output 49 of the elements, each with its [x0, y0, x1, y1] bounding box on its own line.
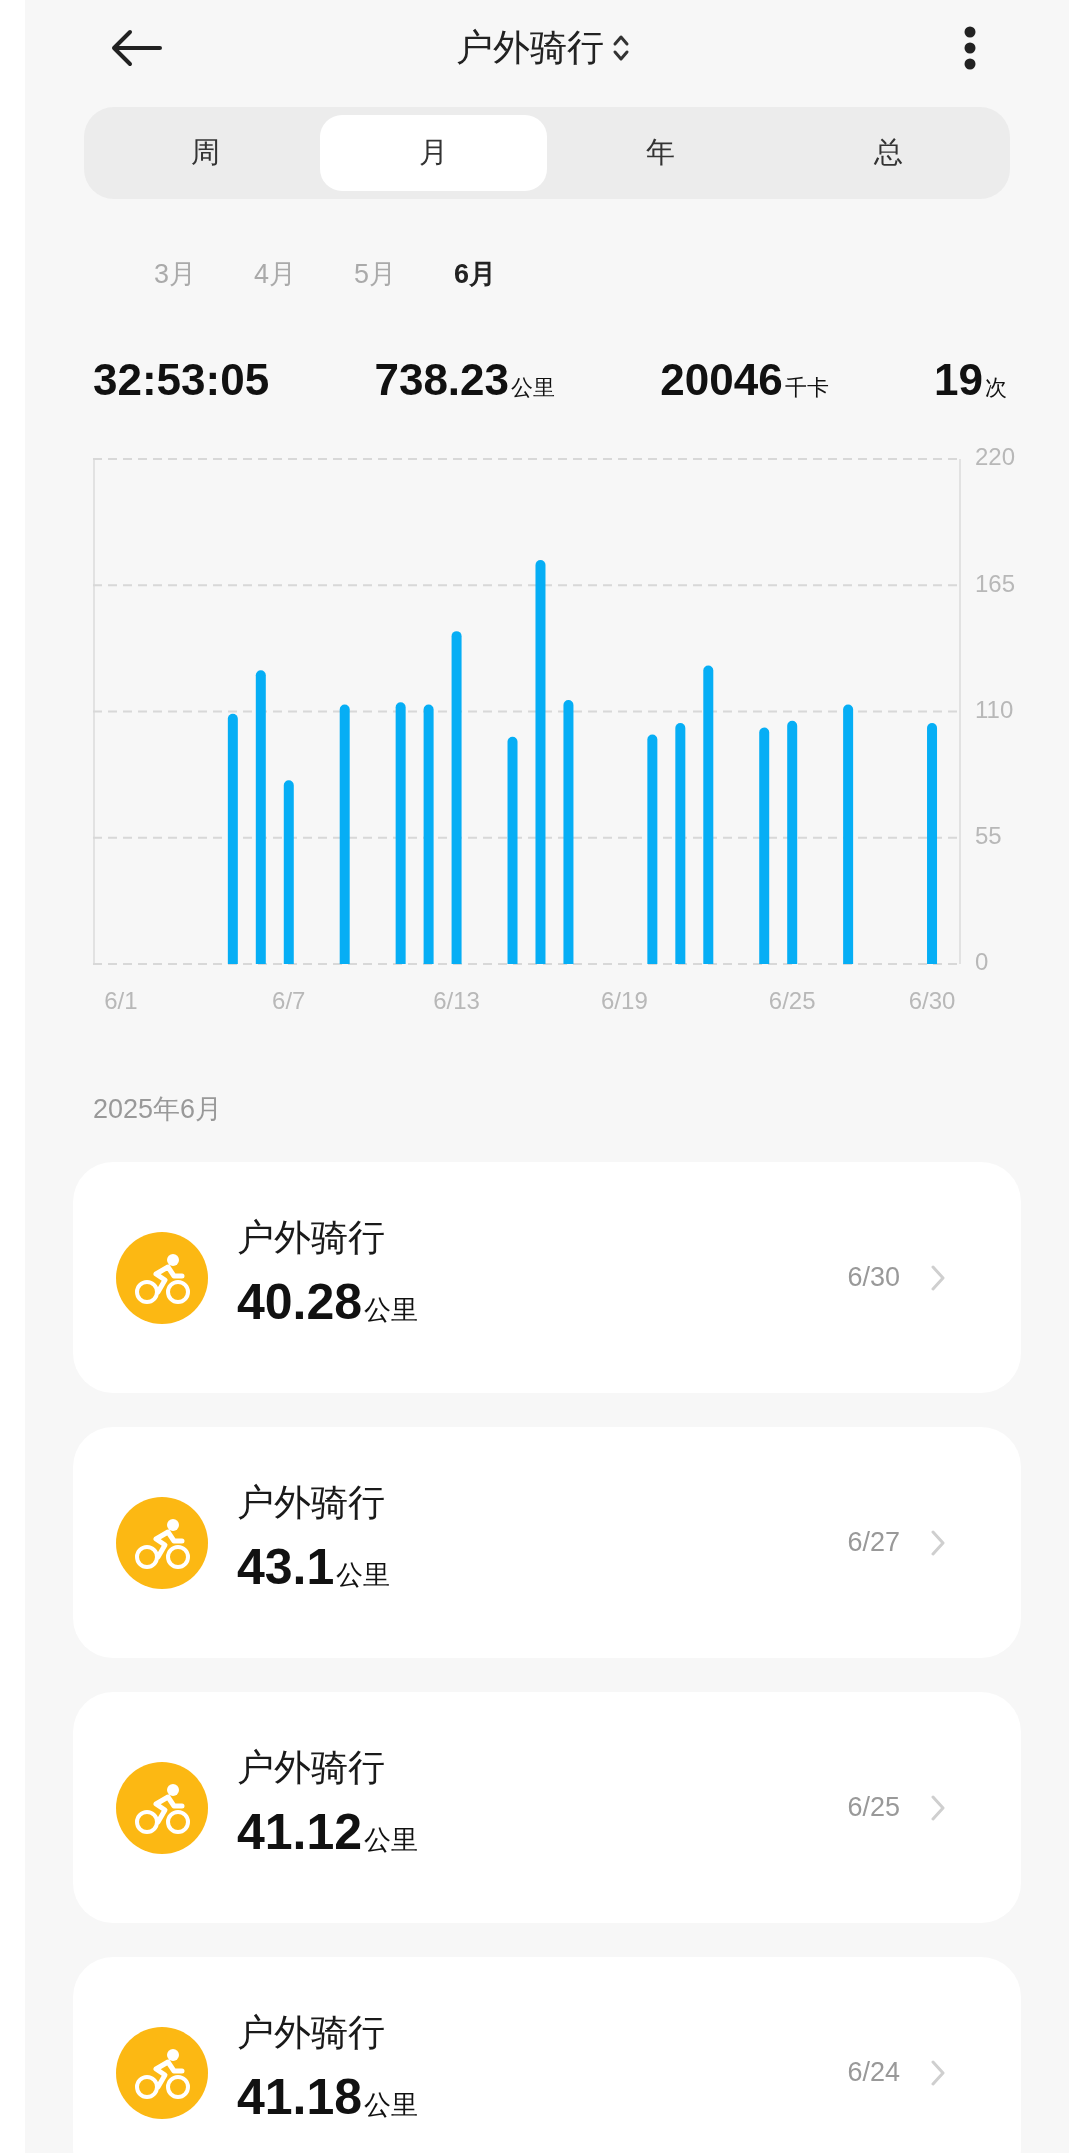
- period-tab[interactable]: 年: [547, 115, 775, 191]
- y-axis-label: 220: [975, 443, 1016, 471]
- activity-date: 6/30: [847, 1261, 900, 1295]
- chevron-right-icon: [931, 1529, 945, 1556]
- activity-name: 户外骑行: [237, 1480, 385, 1525]
- activity-distance: 41.18公里: [237, 2067, 419, 2127]
- summary-stat: 20046千卡: [660, 354, 829, 406]
- activity-type-dropdown[interactable]: 户外骑行: [456, 25, 630, 71]
- x-axis-label: 6/7: [272, 987, 306, 1015]
- cycling-icon: [116, 1761, 208, 1854]
- activity-name: 户外骑行: [237, 1215, 385, 1260]
- chevron-right-icon: [931, 1264, 945, 1291]
- summary-stat: 32:53:05: [93, 354, 270, 406]
- activity-distance: 41.12公里: [237, 1802, 419, 1862]
- summary-stat: 738.23公里: [374, 354, 556, 406]
- x-axis-label: 6/25: [768, 987, 816, 1015]
- activity-card[interactable]: 户外骑行 40.28公里 6/30: [73, 1162, 1021, 1393]
- y-axis-label: 55: [975, 822, 1002, 850]
- activity-card[interactable]: 户外骑行 41.18公里 6/24: [73, 1957, 1021, 2153]
- chevron-right-icon: [931, 1794, 945, 1821]
- activity-date: 6/25: [847, 1791, 900, 1825]
- y-axis-label: 0: [975, 948, 989, 976]
- activity-distance: 43.1公里: [237, 1537, 391, 1597]
- x-axis-label: 6/1: [104, 987, 138, 1015]
- cycling-icon: [116, 1496, 208, 1589]
- period-tab[interactable]: 总: [774, 115, 1002, 191]
- activity-distance: 40.28公里: [237, 1272, 419, 1332]
- more-icon[interactable]: [964, 26, 976, 70]
- x-axis-label: 6/13: [433, 987, 480, 1015]
- x-axis-label: 6/30: [908, 987, 956, 1015]
- activity-date: 6/27: [847, 1526, 900, 1560]
- cycling-icon: [116, 2026, 208, 2119]
- month-tab[interactable]: 6月: [454, 256, 497, 292]
- activity-card[interactable]: 户外骑行 41.12公里 6/25: [73, 1692, 1021, 1923]
- cycling-icon: [116, 1231, 208, 1324]
- up-down-chevron-icon: [612, 33, 630, 63]
- section-date-heading: 2025年6月: [93, 1094, 223, 1124]
- activity-name: 户外骑行: [237, 2010, 385, 2055]
- activity-name: 户外骑行: [237, 1745, 385, 1790]
- summary-stat: 19次: [934, 354, 1007, 406]
- y-axis-label: 165: [975, 569, 1016, 597]
- x-axis-label: 6/19: [601, 987, 648, 1015]
- y-axis-label: 110: [975, 695, 1014, 723]
- period-tab[interactable]: 月: [319, 115, 547, 191]
- activity-card[interactable]: 户外骑行 43.1公里 6/27: [73, 1427, 1021, 1658]
- back-arrow-icon[interactable]: [110, 28, 162, 68]
- activity-date: 6/24: [847, 2056, 900, 2090]
- chevron-right-icon: [931, 2059, 945, 2086]
- period-tab[interactable]: 周: [92, 115, 320, 191]
